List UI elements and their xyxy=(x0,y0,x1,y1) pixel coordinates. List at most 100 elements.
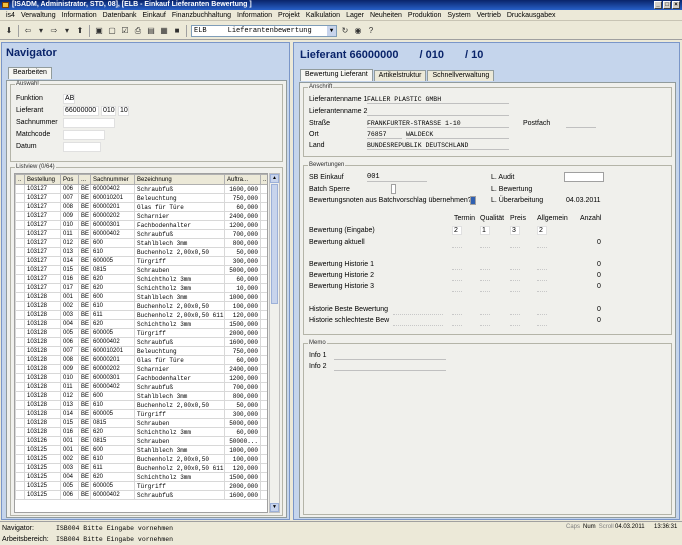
eingabe-preis[interactable]: 3 xyxy=(510,226,520,235)
list-column-header[interactable]: .. xyxy=(15,174,25,185)
menu-druckausgabex[interactable]: Druckausgabex xyxy=(504,12,559,19)
menu-lager[interactable]: Lager xyxy=(343,12,367,19)
table-row[interactable]: 103128 005 BE 600005 Türgriff 2000,000 xyxy=(15,328,267,338)
scroll-thumb[interactable] xyxy=(271,184,278,304)
checklist-icon[interactable]: ☑ xyxy=(120,25,130,36)
table-row[interactable]: 103127 010 BE 60000301 Fachbodenhalter 1200,0… xyxy=(15,220,267,230)
table-row[interactable]: 103127 016 BE 620 Schichtholz 3mm 60,000 xyxy=(15,274,267,284)
list-column-header[interactable]: Pos xyxy=(60,174,79,185)
list-column-header[interactable]: Bezeichnung xyxy=(134,174,225,185)
lieferant-pos-field[interactable]: 010 xyxy=(101,106,116,116)
matchcode-field[interactable] xyxy=(63,130,105,140)
info2-value[interactable] xyxy=(334,362,446,371)
close-button[interactable]: × xyxy=(672,1,680,9)
list-column-header[interactable]: Sachnummer xyxy=(90,174,135,185)
lieferant-seq-field[interactable]: 10 xyxy=(118,106,129,116)
table-row[interactable]: 103128 004 BE 620 Schichtholz 3mm 1500,000 xyxy=(15,319,267,329)
menu-system[interactable]: System xyxy=(444,12,473,19)
table-row[interactable]: 103125 004 BE 620 Schichtholz 3mm 1500,000 xyxy=(15,472,267,482)
new-icon[interactable]: ▢ xyxy=(107,25,117,36)
menu-projekt[interactable]: Projekt xyxy=(275,12,303,19)
browser-icon[interactable]: ◉ xyxy=(353,25,363,36)
table-row[interactable]: 103127 008 BE 60000201 Glas für Türe 60,000 xyxy=(15,202,267,212)
scroll-up-icon[interactable]: ▲ xyxy=(270,174,279,183)
eingabe-termin[interactable]: 2 xyxy=(452,226,462,235)
menu-verwaltung[interactable]: Verwaltung xyxy=(18,12,59,19)
chevron-down-icon[interactable]: ▼ xyxy=(327,25,336,36)
table-row[interactable]: 103128 011 BE 60000402 Schraubfuß 700,000 xyxy=(15,382,267,392)
table-row[interactable]: 103128 002 BE 610 Buchenholz 2,00x0,50 100,00… xyxy=(15,301,267,311)
save-icon[interactable]: ▣ xyxy=(94,25,104,36)
chevron-down-icon[interactable]: ▾ xyxy=(62,25,72,36)
forward-icon[interactable]: ⇨ xyxy=(49,25,59,36)
listview[interactable]: .. Bestellung Pos... Sachnummer Bezeichnung A… xyxy=(14,173,268,513)
stop-icon[interactable]: ■ xyxy=(172,25,182,36)
preview-icon[interactable]: ▤ xyxy=(146,25,156,36)
list-scrollbar[interactable]: ▲ ▼ xyxy=(269,173,280,513)
table-row[interactable]: 103127 015 BE 0815 Schrauben 5000,000 xyxy=(15,265,267,275)
menu-information[interactable]: Information xyxy=(59,12,100,19)
refresh-icon[interactable]: ↻ xyxy=(340,25,350,36)
table-row[interactable]: 103128 010 BE 60000301 Fachbodenhalter 1200,0… xyxy=(15,373,267,383)
scroll-down-icon[interactable]: ▼ xyxy=(270,503,279,512)
back-icon[interactable]: ⇦ xyxy=(23,25,33,36)
list-column-header[interactable]: Bestellung xyxy=(24,174,61,185)
datum-field[interactable] xyxy=(63,142,101,152)
noten-checkbox[interactable] xyxy=(470,196,476,205)
help-icon[interactable]: ? xyxy=(366,25,376,36)
table-row[interactable]: 103128 007 BE 600010201 Beleuchtung 750,000 xyxy=(15,346,267,356)
menu-einkauf[interactable]: Einkauf xyxy=(139,12,168,19)
table-row[interactable]: 103127 017 BE 620 Schichtholz 3mm 10,000 xyxy=(15,283,267,293)
maximize-button[interactable]: □ xyxy=(663,1,671,9)
lieferant-field[interactable]: 66000000 xyxy=(63,106,99,116)
table-row[interactable]: 103128 009 BE 60000202 Scharnier 2400,000 xyxy=(15,364,267,374)
table-row[interactable]: 103128 013 BE 610 Buchenholz 2,00x0,50 50,000 xyxy=(15,400,267,410)
list-column-header[interactable]: Auftra... xyxy=(224,174,261,185)
menu-information-2[interactable]: Information xyxy=(234,12,275,19)
arrow-up-icon[interactable]: ⬆ xyxy=(75,25,85,36)
module-select[interactable]: ELB Lieferantenbewertung ▼ xyxy=(191,24,337,37)
arrow-down-icon[interactable]: ⬇ xyxy=(4,25,14,36)
eingabe-qualitaet[interactable]: 1 xyxy=(480,226,490,235)
table-row[interactable]: 103127 011 BE 60000402 Schraubfuß 700,000 xyxy=(15,229,267,239)
menu-kalkulation[interactable]: Kalkulation xyxy=(303,12,343,19)
info1-value[interactable] xyxy=(334,351,446,360)
menu-finanzbuchhaltung[interactable]: Finanzbuchhaltung xyxy=(169,12,234,19)
table-row[interactable]: 103125 002 BE 610 Buchenholz 2,00x0,50 100,00… xyxy=(15,454,267,464)
tab-schnellverwaltung[interactable]: Schnellverwaltung xyxy=(427,70,495,81)
table-row[interactable]: 103127 009 BE 60000202 Scharnier 2400,000 xyxy=(15,211,267,221)
funktion-field[interactable]: AB xyxy=(63,94,75,104)
table-row[interactable]: 103127 013 BE 610 Buchenholz 2,00x0,50 50,000 xyxy=(15,247,267,257)
menu-vertrieb[interactable]: Vertrieb xyxy=(474,12,504,19)
laudit-field[interactable] xyxy=(564,172,604,182)
eingabe-allgemein[interactable]: 2 xyxy=(537,226,547,235)
list-column-header[interactable]: ... xyxy=(78,174,91,185)
table-row[interactable]: 103127 012 BE 600 Stahlblech 3mm 800,000 xyxy=(15,238,267,248)
sachnummer-field[interactable] xyxy=(63,118,115,128)
table-row[interactable]: 103128 012 BE 600 Stahlblech 3mm 800,000 xyxy=(15,391,267,401)
table-row[interactable]: 103125 001 BE 600 Stahlblech 3mm 1000,000 xyxy=(15,445,267,455)
table-row[interactable]: 103128 006 BE 60000402 Schraubfuß 1600,000 xyxy=(15,337,267,347)
table-row[interactable]: 103127 014 BE 600005 Türgriff 300,000 xyxy=(15,256,267,266)
table-row[interactable]: 103125 006 BE 60000402 Schraubfuß 1600,000 xyxy=(15,490,267,500)
calculator-icon[interactable]: ▦ xyxy=(159,25,169,36)
menu-datenbank[interactable]: Datenbank xyxy=(100,12,140,19)
table-row[interactable]: 103128 008 BE 60000201 Glas für Türe 60,000 xyxy=(15,355,267,365)
table-row[interactable]: 103127 007 BE 600010201 Beleuchtung 750,000 xyxy=(15,193,267,203)
tab-bewertung-lieferant[interactable]: Bewertung Lieferant xyxy=(300,69,373,81)
table-row[interactable]: 103128 015 BE 0815 Schrauben 5000,000 xyxy=(15,418,267,428)
table-row[interactable]: 103128 014 BE 600005 Türgriff 300,000 xyxy=(15,409,267,419)
menu-neuheiten[interactable]: Neuheiten xyxy=(367,12,405,19)
menu-produktion[interactable]: Produktion xyxy=(405,12,444,19)
table-row[interactable]: 103125 005 BE 600005 Türgriff 2000,000 xyxy=(15,481,267,491)
table-row[interactable]: 103127 006 BE 60000402 Schraubfuß 1600,000 xyxy=(15,184,267,194)
tab-bearbeiten[interactable]: Bearbeiten xyxy=(8,67,52,79)
list-column-header[interactable]: .. xyxy=(260,174,267,185)
chevron-down-icon[interactable]: ▾ xyxy=(36,25,46,36)
table-row[interactable]: 103128 016 BE 620 Schichtholz 3mm 60,000 xyxy=(15,427,267,437)
table-row[interactable]: 103128 001 BE 600 Stahlblech 3mm 1000,000 xyxy=(15,292,267,302)
table-row[interactable]: 103126 001 BE 0815 Schrauben 50000... xyxy=(15,436,267,446)
table-row[interactable]: 103125 003 BE 611 Buchenholz 2,00x0,50 611 12… xyxy=(15,463,267,473)
tab-artikelstruktur[interactable]: Artikelstruktur xyxy=(373,70,427,81)
table-row[interactable]: 103128 003 BE 611 Buchenholz 2,00x0,50 611 12… xyxy=(15,310,267,320)
